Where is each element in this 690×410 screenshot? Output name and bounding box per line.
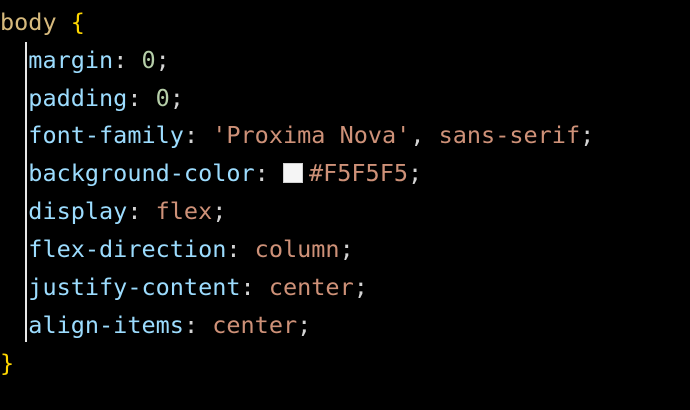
code-line-selector: body { [0,3,85,41]
property-value: #F5F5F5 [308,159,409,187]
property-value: center [268,273,354,301]
property-name: padding [28,84,128,112]
property-value: center [212,311,298,339]
open-brace: { [70,8,85,36]
css-selector: body [0,8,57,36]
property-name: flex-direction [28,235,227,263]
code-editor[interactable]: body { margin: 0; padding: 0; font-famil… [0,0,690,410]
property-name: justify-content [28,273,241,301]
property-value: 0 [155,84,170,112]
color-swatch-icon[interactable] [282,163,303,183]
property-value-string: 'Proxima Nova' [212,121,411,149]
code-line-align-items: align-items: center; [28,311,312,339]
code-line-justify-content: justify-content: center; [28,273,368,301]
code-line-padding: padding: 0; [28,84,184,112]
code-line-margin: margin: 0; [28,46,170,74]
code-line-font-family: font-family: 'Proxima Nova', sans-serif; [28,121,595,149]
property-value: column [254,235,340,263]
property-name: margin [28,46,114,74]
property-value: flex [155,197,213,225]
property-value: sans-serif [438,121,581,149]
code-line-flex-direction: flex-direction: column; [28,235,354,263]
code-line-close: } [0,344,14,382]
property-name: align-items [28,311,184,339]
close-brace: } [0,349,15,377]
property-name: display [28,197,128,225]
property-value: 0 [141,46,156,74]
code-line-display: display: flex; [28,197,227,225]
code-line-background-color: background-color: #F5F5F5; [28,159,423,187]
property-name: background-color [28,159,255,187]
property-name: font-family [28,121,184,149]
